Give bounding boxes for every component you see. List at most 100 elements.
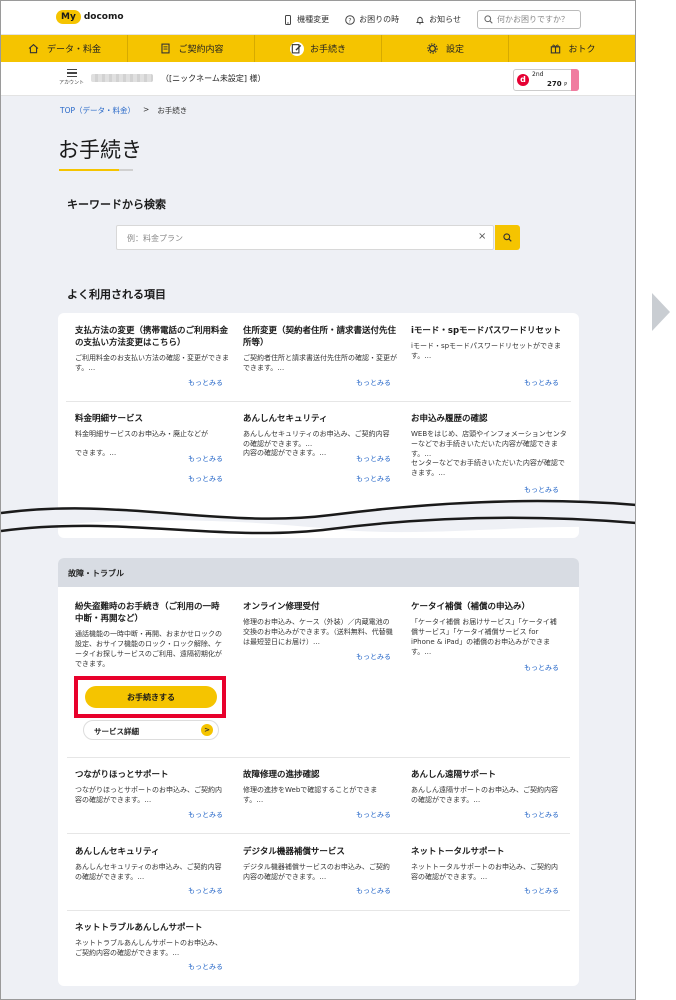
help-link[interactable]: ? お困りの時 (345, 14, 399, 25)
item-title: デジタル機器補償サービス (243, 847, 345, 857)
nav-deals[interactable]: おトク (509, 35, 635, 62)
logo-docomo: docomo (83, 12, 124, 22)
item-desc: 「ケータイ補償 お届けサービス」「ケータイ補償サービス」「ケータイ補償サービス … (411, 618, 557, 656)
list-item[interactable]: お申込み履歴の確認 WEBをはじめ、店頭やインフォメーションセンターなどでお手続… (411, 413, 567, 478)
keyword-search-button[interactable] (495, 225, 520, 250)
breadcrumb-current: お手続き (157, 106, 188, 115)
search-icon (503, 233, 512, 242)
item-title: 支払方法の変更（携帯電話のご利用料金の支払い方法変更はこちら） (75, 326, 229, 348)
list-item[interactable]: 故障修理の進捗確認 修理の進捗をWebで確認することができます。… (243, 769, 395, 805)
item-title: あんしんセキュリティ (243, 414, 328, 424)
point-balance: 270 P (547, 80, 567, 88)
d-point-icon: d (517, 74, 529, 86)
item-desc: つながりほっとサポートのお申込み、ご契約内容の確認ができます。… (75, 786, 222, 804)
more-link[interactable]: もっとみる (356, 810, 391, 820)
search-icon (484, 15, 493, 24)
list-item[interactable]: ネットトラブルあんしんサポート ネットトラブルあんしんサポートのお申込み、ご契約… (75, 922, 227, 958)
list-item[interactable]: ケータイ補償（補償の申込み） 「ケータイ補償 お届けサービス」「ケータイ補償サー… (411, 601, 563, 657)
list-item[interactable]: 料金明細サービス 料金明細サービスのお申込み・廃止などが できます。… (75, 413, 225, 458)
apply-button[interactable]: お手続きする (85, 686, 217, 708)
item-title: 故障修理の進捗確認 (243, 770, 320, 780)
list-item[interactable]: デジタル機器補償サービス デジタル機器補償サービスのお申込み、ご契約内容の確認が… (243, 846, 395, 882)
nav-settings[interactable]: 設定 (382, 35, 509, 62)
svg-text:?: ? (349, 17, 352, 24)
more-link[interactable]: もっとみる (524, 378, 559, 388)
point-tab[interactable] (571, 69, 579, 91)
bell-icon (416, 16, 425, 24)
help-label: お困りの時 (359, 15, 400, 24)
more-link[interactable]: もっとみる (188, 810, 223, 820)
item-title: ネットトラブルあんしんサポート (75, 923, 203, 933)
masked-name (91, 74, 153, 82)
service-detail-button[interactable]: サービス詳細 > (83, 720, 219, 740)
list-item[interactable]: あんしん遠隔サポート あんしん遠隔サポートのお申込み、ご契約内容の確認ができます… (411, 769, 563, 805)
item-desc: iモード・spモードパスワードリセットができます。… (411, 342, 562, 360)
item-desc: ネットトラブルあんしんサポートのお申込み、ご契約内容の確認ができます。… (75, 939, 222, 957)
item-desc: ご利用料金のお支払い方法の確認・変更ができます。… (75, 354, 229, 372)
list-item[interactable]: オンライン修理受付 修理のお申込み、ケース（外装）／内蔵電池の交換のお申込みがで… (243, 601, 395, 647)
item-desc-overlap: センターなどでお手続きいただいた内容が確認できます。… (411, 459, 565, 477)
nickname-label: （[ニックネーム未設定] 様） (161, 74, 266, 83)
keyword-search-heading: キーワードから検索 (67, 198, 166, 211)
item-desc: 修理のお申込み、ケース（外装）／内蔵電池の交換のお申込みができます。（送料無料、… (243, 618, 393, 646)
item-desc: デジタル機器補償サービスのお申込み、ご契約内容の確認ができます。… (243, 863, 390, 881)
nav-label: おトク (568, 45, 596, 55)
more-link[interactable]: もっとみる (356, 474, 391, 484)
main-nav: データ・料金 ご契約内容 お手続き 設定 おトク (1, 35, 635, 62)
keyword-placeholder: 例：料金プラン (127, 234, 183, 243)
more-link[interactable]: もっとみる (188, 378, 223, 388)
more-link[interactable]: もっとみる (524, 810, 559, 820)
more-link[interactable]: もっとみる (524, 886, 559, 896)
nav-procedures[interactable]: お手続き (255, 35, 382, 62)
list-item[interactable]: あんしんセキュリティ あんしんセキュリティのお申込み、ご契約内容の確認ができます… (243, 413, 393, 458)
more-link[interactable]: もっとみる (188, 962, 223, 972)
edit-icon (289, 41, 304, 56)
more-link[interactable]: もっとみる (356, 454, 391, 464)
breadcrumb-home-link[interactable]: TOP（データ・料金） (60, 105, 135, 116)
page-break-wave (1, 499, 635, 535)
page-frame: My docomo 機種変更 ? お困りの時 お知らせ 何かお困りですか？ デー… (0, 0, 636, 1000)
item-title: つながりほっとサポート (75, 770, 169, 780)
account-menu-button[interactable]: アカウント (59, 69, 84, 86)
model-change-link[interactable]: 機種変更 (283, 14, 329, 25)
list-item[interactable]: あんしんセキュリティ あんしんセキュリティのお申込み、ご契約内容の確認ができます… (75, 846, 227, 882)
gift-icon (548, 42, 562, 56)
notice-link[interactable]: お知らせ (415, 14, 461, 25)
list-item[interactable]: 住所変更（契約者住所・請求書送付先住所等） ご契約者住所と請求書送付先住所の確認… (243, 325, 399, 373)
nav-contract[interactable]: ご契約内容 (128, 35, 255, 62)
list-item[interactable]: iモード・spモードパスワードリセット iモード・spモードパスワードリセットが… (411, 325, 567, 361)
item-desc: 通話機能の一時中断・再開、おまかせロックの設定、おサイフ機能のロック・ロック解除… (75, 630, 222, 668)
more-link[interactable]: もっとみる (356, 378, 391, 388)
list-item[interactable]: 紛失盗難時のお手続き（ご利用の一時中断・再開など） 通話機能の一時中断・再開、お… (75, 601, 225, 669)
list-item[interactable]: つながりほっとサポート つながりほっとサポートのお申込み、ご契約内容の確認ができ… (75, 769, 227, 805)
more-link[interactable]: もっとみる (524, 663, 559, 673)
more-link[interactable]: もっとみる (356, 886, 391, 896)
my-docomo-logo[interactable]: My docomo (56, 10, 124, 24)
header-search-input[interactable]: 何かお困りですか？ (477, 10, 581, 29)
d-point-widget[interactable]: d 2nd 270 P (513, 69, 579, 91)
item-desc: あんしんセキュリティのお申込み、ご契約内容の確認ができます。… (75, 863, 222, 881)
document-icon (158, 42, 172, 56)
breadcrumb: TOP（データ・料金） > お手続き (60, 105, 187, 116)
item-desc: ネットトータルサポートのお申込み、ご契約内容の確認ができます。… (411, 863, 558, 881)
list-item[interactable]: ネットトータルサポート ネットトータルサポートのお申込み、ご契約内容の確認ができ… (411, 846, 563, 882)
more-link[interactable]: もっとみる (356, 652, 391, 662)
nav-label: データ・料金 (46, 45, 101, 55)
item-desc: 修理の進捗をWebで確認することができます。… (243, 786, 378, 804)
item-title: ネットトータルサポート (411, 847, 505, 857)
help-icon: ? (345, 14, 355, 25)
nav-data-charges[interactable]: データ・料金 (1, 35, 128, 62)
nav-label: 設定 (445, 45, 464, 55)
clear-icon[interactable]: × (478, 231, 486, 242)
next-step-arrow-icon (652, 293, 670, 331)
more-link[interactable]: もっとみる (188, 886, 223, 896)
title-underline (59, 169, 119, 171)
keyword-search-input[interactable]: 例：料金プラン (116, 225, 494, 250)
item-title: iモード・spモードパスワードリセット (411, 326, 562, 336)
account-menu-label: アカウント (59, 80, 85, 86)
logo-my: My (56, 10, 81, 24)
more-link[interactable]: もっとみる (188, 474, 223, 484)
list-item[interactable]: 支払方法の変更（携帯電話のご利用料金の支払い方法変更はこちら） ご利用料金のお支… (75, 325, 231, 373)
more-link[interactable]: もっとみる (524, 485, 559, 495)
more-link[interactable]: もっとみる (188, 454, 223, 464)
